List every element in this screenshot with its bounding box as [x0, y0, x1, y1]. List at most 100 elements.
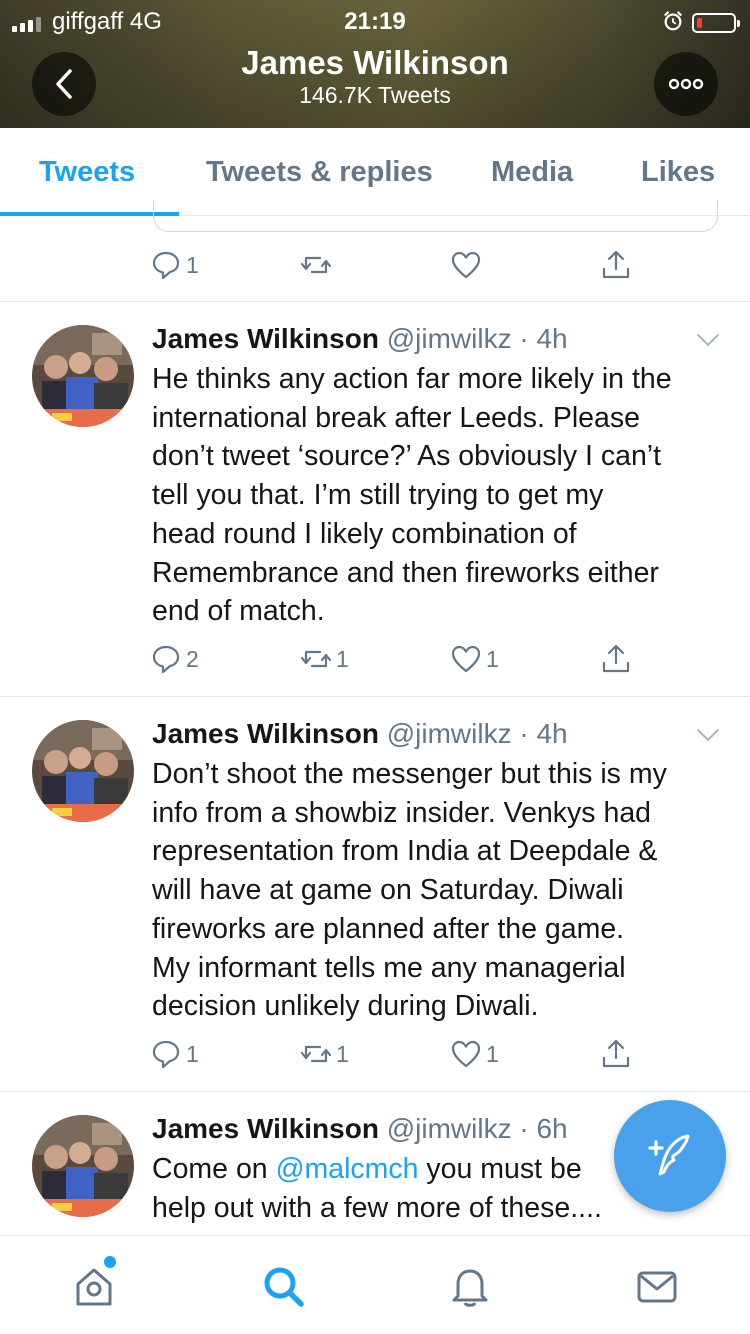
- tweet-text-line: Remembrance and then fireworks either: [152, 556, 659, 589]
- reply-count: 2: [186, 645, 199, 672]
- heart-icon: [451, 1040, 481, 1068]
- retweet-icon: [300, 1045, 332, 1063]
- tweet-text-line: end of match.: [152, 595, 325, 628]
- share-icon: [602, 644, 630, 673]
- like-button[interactable]: 1: [450, 1038, 499, 1070]
- reply-button[interactable]: 1: [150, 1038, 199, 1070]
- retweet-icon: [300, 256, 332, 274]
- tweet-actions: 1: [150, 249, 650, 283]
- battery-icon: [692, 13, 740, 33]
- tweet-count-subtitle: 146.7K Tweets: [299, 82, 451, 108]
- alarm-icon: [663, 11, 683, 31]
- share-button[interactable]: [600, 249, 632, 281]
- author-name[interactable]: James Wilkinson: [152, 323, 379, 354]
- like-button[interactable]: [450, 249, 482, 281]
- mention-link[interactable]: @malcmch: [276, 1153, 419, 1185]
- share-icon: [602, 1039, 630, 1068]
- tweet-text-line: head round I likely combination of: [152, 517, 577, 550]
- tweet-text-line: My informant tells me any managerial: [152, 951, 626, 984]
- like-count: 1: [486, 1040, 499, 1067]
- reply-icon: [152, 251, 180, 280]
- compose-tweet-button[interactable]: [614, 1100, 726, 1212]
- time-separator: ·: [519, 1113, 529, 1144]
- bell-icon[interactable]: [448, 1264, 492, 1308]
- heart-icon: [451, 645, 481, 673]
- share-icon: [602, 250, 630, 279]
- avatar[interactable]: [32, 1115, 134, 1217]
- tab-likes[interactable]: Likes: [641, 156, 715, 189]
- avatar[interactable]: [32, 325, 134, 427]
- tweet-text-line: Don’t shoot the messenger but this is my: [152, 758, 667, 790]
- reply-button[interactable]: 1: [150, 249, 199, 281]
- heart-icon: [451, 251, 481, 279]
- tweet-text-line: representation from India at Deepdale &: [152, 835, 658, 868]
- more-dots-icon: [668, 78, 704, 90]
- retweet-icon: [300, 650, 332, 668]
- reply-count: 1: [186, 251, 199, 278]
- avatar-image: [32, 325, 134, 427]
- tab-media[interactable]: Media: [491, 156, 573, 189]
- compose-tweet-icon: [648, 1134, 690, 1176]
- tweet-header: James Wilkinson @jimwilkz · 4h: [152, 718, 568, 750]
- tweet-text-line: international break after Leeds. Please: [152, 401, 640, 434]
- tweet-text-segment: Come on: [152, 1153, 276, 1185]
- tweet-text: He thinks any action far more likely in …: [152, 360, 732, 631]
- like-button[interactable]: 1: [450, 643, 499, 675]
- avatar-image: [32, 1115, 134, 1217]
- retweet-button[interactable]: [300, 249, 332, 281]
- tweet-timestamp: 4h: [536, 718, 568, 749]
- notification-dot: [104, 1256, 116, 1268]
- tweet-text-line: fireworks are planned after the game.: [152, 912, 625, 945]
- tweet-text-line: will have at game on Saturday. Diwali: [152, 874, 624, 907]
- time-separator: ·: [519, 323, 529, 354]
- profile-header: giffgaff 4G 21:19 James Wilkinson 146.7K…: [0, 0, 750, 128]
- more-options-button[interactable]: [654, 52, 718, 116]
- chevron-down-icon[interactable]: [696, 728, 720, 742]
- tweet-timestamp: 6h: [536, 1113, 568, 1144]
- tweet-text-line: He thinks any action far more likely in …: [152, 363, 672, 395]
- tweet-text: Don’t shoot the messenger but this is my…: [152, 755, 732, 1026]
- tweet-text-segment: you must be: [418, 1153, 582, 1185]
- reply-icon: [152, 1040, 180, 1069]
- tweet-timestamp: 4h: [536, 323, 568, 354]
- profile-name-title: James Wilkinson: [241, 44, 509, 81]
- time-separator: ·: [519, 718, 529, 749]
- reply-icon: [152, 645, 180, 674]
- search-icon[interactable]: [261, 1264, 305, 1308]
- tweet-header: James Wilkinson @jimwilkz · 6h: [152, 1113, 568, 1145]
- like-count: 1: [486, 645, 499, 672]
- chevron-down-icon[interactable]: [696, 333, 720, 347]
- tweet-text-line: info from a showbiz insider. Venkys had: [152, 796, 652, 829]
- author-handle[interactable]: @jimwilkz: [387, 323, 512, 354]
- home-icon[interactable]: [72, 1264, 116, 1308]
- reply-button[interactable]: 2: [150, 643, 199, 675]
- tweet-actions: 1 1 1: [150, 1038, 650, 1072]
- share-button[interactable]: [600, 643, 632, 675]
- share-button[interactable]: [600, 1038, 632, 1070]
- author-name[interactable]: James Wilkinson: [152, 1113, 379, 1144]
- retweet-button[interactable]: 1: [300, 1038, 349, 1070]
- bottom-navigation: [0, 1235, 750, 1334]
- retweet-count: 1: [336, 645, 349, 672]
- tweet-actions: 2 1 1: [150, 643, 650, 677]
- tweet-card[interactable]: James Wilkinson @jimwilkz · 4h He thinks…: [0, 301, 750, 696]
- avatar[interactable]: [32, 720, 134, 822]
- author-name[interactable]: James Wilkinson: [152, 718, 379, 749]
- status-bar: giffgaff 4G 21:19: [0, 6, 750, 36]
- tab-tweets-replies[interactable]: Tweets & replies: [206, 156, 433, 189]
- tweet-text-line: decision unlikely during Diwali.: [152, 990, 539, 1023]
- mail-icon[interactable]: [635, 1264, 679, 1308]
- tweet-header: James Wilkinson @jimwilkz · 4h: [152, 323, 568, 355]
- retweet-button[interactable]: 1: [300, 643, 349, 675]
- author-handle[interactable]: @jimwilkz: [387, 1113, 512, 1144]
- author-handle[interactable]: @jimwilkz: [387, 718, 512, 749]
- quoted-tweet-card[interactable]: [153, 200, 718, 232]
- tweet-card[interactable]: James Wilkinson @jimwilkz · 4h Don’t sho…: [0, 696, 750, 1091]
- avatar-image: [32, 720, 134, 822]
- reply-count: 1: [186, 1040, 199, 1067]
- tweet-text-line: don’t tweet ‘source?’ As obviously I can…: [152, 440, 662, 473]
- tab-tweets[interactable]: Tweets: [39, 156, 135, 189]
- tweet-text-line: tell you that. I’m still trying to get m…: [152, 479, 604, 512]
- retweet-count: 1: [336, 1040, 349, 1067]
- status-clock: 21:19: [344, 8, 406, 35]
